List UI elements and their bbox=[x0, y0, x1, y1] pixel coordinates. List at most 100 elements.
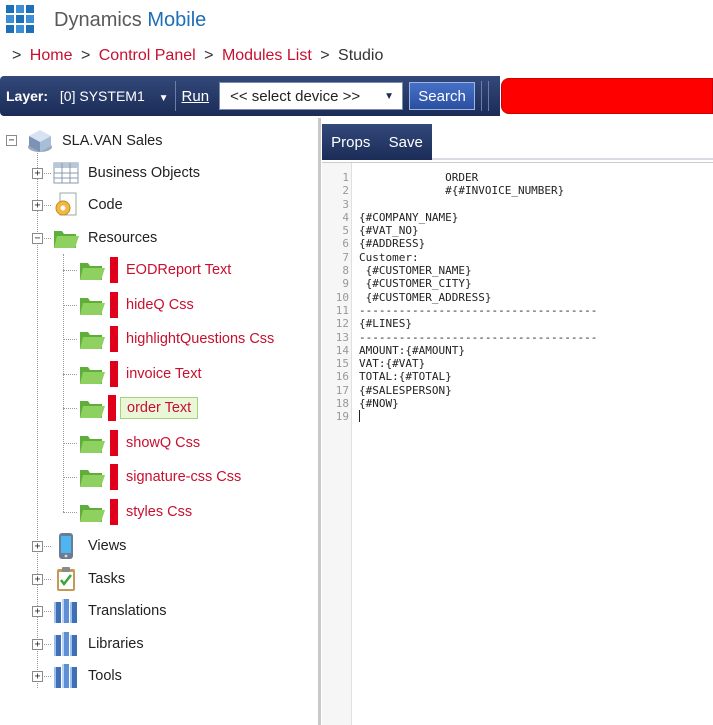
expand-toggle[interactable]: + bbox=[32, 606, 43, 617]
breadcrumb-modules-list[interactable]: Modules List bbox=[222, 47, 312, 64]
code-editor[interactable]: 1 ORDER 2 #{#INVOICE_NUMBER} 3 4 {#COMPANY_N… bbox=[322, 162, 713, 725]
tree-item-business-objects[interactable]: Business Objects bbox=[52, 158, 200, 188]
app-logo[interactable]: Dynamics Mobile bbox=[6, 4, 206, 36]
tree-item-code[interactable]: Code bbox=[52, 190, 123, 220]
breadcrumb-control-panel[interactable]: Control Panel bbox=[99, 47, 196, 64]
chevron-down-icon: ▼ bbox=[158, 93, 169, 104]
panel-splitter[interactable] bbox=[318, 118, 321, 725]
expand-toggle[interactable]: + bbox=[32, 200, 43, 211]
save-button[interactable]: Save bbox=[389, 134, 423, 151]
expand-toggle[interactable]: + bbox=[32, 671, 43, 682]
line-text: Customer: bbox=[359, 250, 419, 264]
line-number: 7 bbox=[342, 250, 349, 264]
tree-root[interactable]: SLA.VAN Sales bbox=[26, 126, 162, 156]
line-text: ------------------------------------ bbox=[359, 330, 598, 344]
code-line: 6 {#ADDRESS} bbox=[322, 237, 597, 250]
device-select[interactable]: << select device >> ▼ bbox=[219, 82, 404, 110]
resource-label: order Text bbox=[120, 397, 199, 419]
resource-label: signature-css Css bbox=[126, 469, 242, 485]
tree-node-label: Code bbox=[88, 197, 123, 213]
status-flag bbox=[110, 464, 118, 490]
brand-name: Dynamics Mobile bbox=[54, 9, 206, 32]
line-number: 12 bbox=[335, 317, 349, 331]
tree-node-label: Libraries bbox=[88, 636, 144, 652]
line-number: 10 bbox=[335, 290, 349, 304]
breadcrumb-separator: > bbox=[12, 47, 22, 64]
folder-open-icon bbox=[78, 291, 106, 319]
tree-item-tasks[interactable]: Tasks bbox=[52, 564, 125, 594]
tree-node-label: SLA.VAN Sales bbox=[62, 133, 163, 149]
resource-item[interactable]: signature-css Css bbox=[78, 462, 241, 492]
line-number: 18 bbox=[335, 397, 349, 411]
layer-label: Layer: bbox=[6, 88, 49, 104]
module-tree: − SLA.VAN Sales + Business Objects + Cod… bbox=[0, 118, 318, 725]
resource-item[interactable]: hideQ Css bbox=[78, 290, 194, 320]
status-flag bbox=[108, 395, 116, 421]
line-text: {#CUSTOMER_NAME} bbox=[359, 264, 472, 278]
tree-item-tools[interactable]: Tools bbox=[52, 661, 122, 691]
tree-node-label: Views bbox=[88, 538, 127, 554]
toolbar-divider bbox=[174, 81, 176, 111]
code-lines: 1 ORDER 2 #{#INVOICE_NUMBER} 3 4 {#COMPANY_N… bbox=[322, 171, 598, 424]
resource-item[interactable]: showQ Css bbox=[78, 428, 200, 458]
editor-toolbar: Props Save bbox=[322, 124, 432, 160]
breadcrumb: > Home > Control Panel > Modules List > … bbox=[12, 47, 383, 65]
folder-open-icon bbox=[78, 360, 106, 388]
line-text: TOTAL:{#TOTAL} bbox=[359, 370, 452, 384]
line-text: {#VAT_NO} bbox=[359, 224, 419, 238]
status-flag bbox=[110, 292, 118, 318]
resource-item[interactable]: EODReport Text bbox=[78, 255, 231, 285]
line-number: 19 bbox=[335, 410, 349, 424]
breadcrumb-home[interactable]: Home bbox=[30, 47, 73, 64]
code-line: 7 Customer: bbox=[322, 251, 597, 264]
database-cube-icon bbox=[26, 127, 54, 155]
line-text: {#ADDRESS} bbox=[359, 237, 426, 251]
editor-toolbar-rule bbox=[432, 158, 713, 160]
layer-dropdown[interactable]: Layer: [0] SYSTEM1 ▼ bbox=[6, 88, 169, 104]
brand-part1: Dynamics bbox=[54, 8, 142, 31]
expand-toggle[interactable]: + bbox=[32, 168, 43, 179]
books-icon bbox=[52, 662, 80, 690]
code-line: 8 {#CUSTOMER_NAME} bbox=[322, 264, 597, 277]
breadcrumb-separator: > bbox=[320, 47, 330, 64]
props-button[interactable]: Props bbox=[331, 134, 370, 151]
breadcrumb-separator: > bbox=[204, 47, 214, 64]
tree-item-libraries[interactable]: Libraries bbox=[52, 629, 144, 659]
folder-open-icon bbox=[78, 463, 106, 491]
search-button[interactable]: Search bbox=[409, 82, 476, 110]
resource-item-selected[interactable]: order Text bbox=[78, 393, 199, 423]
status-flag bbox=[110, 430, 118, 456]
code-line: 3 bbox=[322, 198, 597, 211]
line-number: 4 bbox=[342, 210, 349, 224]
line-number: 11 bbox=[335, 303, 349, 317]
expand-toggle[interactable]: + bbox=[32, 639, 43, 650]
expand-toggle[interactable]: + bbox=[32, 574, 43, 585]
code-line: 2 #{#INVOICE_NUMBER} bbox=[322, 184, 597, 197]
expand-toggle[interactable]: + bbox=[32, 541, 43, 552]
tree-item-translations[interactable]: Translations bbox=[52, 596, 166, 626]
breadcrumb-separator: > bbox=[80, 47, 91, 64]
tree-node-label: Business Objects bbox=[88, 165, 201, 181]
tree-item-resources[interactable]: Resources bbox=[52, 223, 157, 253]
code-line: 17 {#SALESPERSON} bbox=[322, 384, 597, 397]
line-text: {#CUSTOMER_ADDRESS} bbox=[359, 290, 492, 304]
resource-item[interactable]: styles Css bbox=[78, 497, 192, 527]
resource-label: showQ Css bbox=[126, 435, 201, 451]
line-text: AMOUNT:{#AMOUNT} bbox=[359, 343, 465, 357]
collapse-toggle[interactable]: − bbox=[32, 233, 43, 244]
books-icon bbox=[52, 630, 80, 658]
code-line: 16 TOTAL:{#TOTAL} bbox=[322, 370, 597, 383]
code-line: 5 {#VAT_NO} bbox=[322, 224, 597, 237]
folder-open-icon bbox=[52, 224, 80, 252]
line-text: VAT:{#VAT} bbox=[359, 357, 426, 371]
tree-item-views[interactable]: Views bbox=[52, 531, 126, 561]
resource-label: styles Css bbox=[126, 504, 193, 520]
resource-item[interactable]: invoice Text bbox=[78, 359, 202, 389]
code-line: 14 AMOUNT:{#AMOUNT} bbox=[322, 344, 597, 357]
line-text: {#LINES} bbox=[359, 317, 412, 331]
resource-item[interactable]: highlightQuestions Css bbox=[78, 324, 274, 354]
run-button[interactable]: Run bbox=[182, 88, 210, 105]
collapse-toggle[interactable]: − bbox=[6, 135, 17, 146]
table-icon bbox=[52, 159, 80, 187]
code-line: 18 {#NOW} bbox=[322, 397, 597, 410]
